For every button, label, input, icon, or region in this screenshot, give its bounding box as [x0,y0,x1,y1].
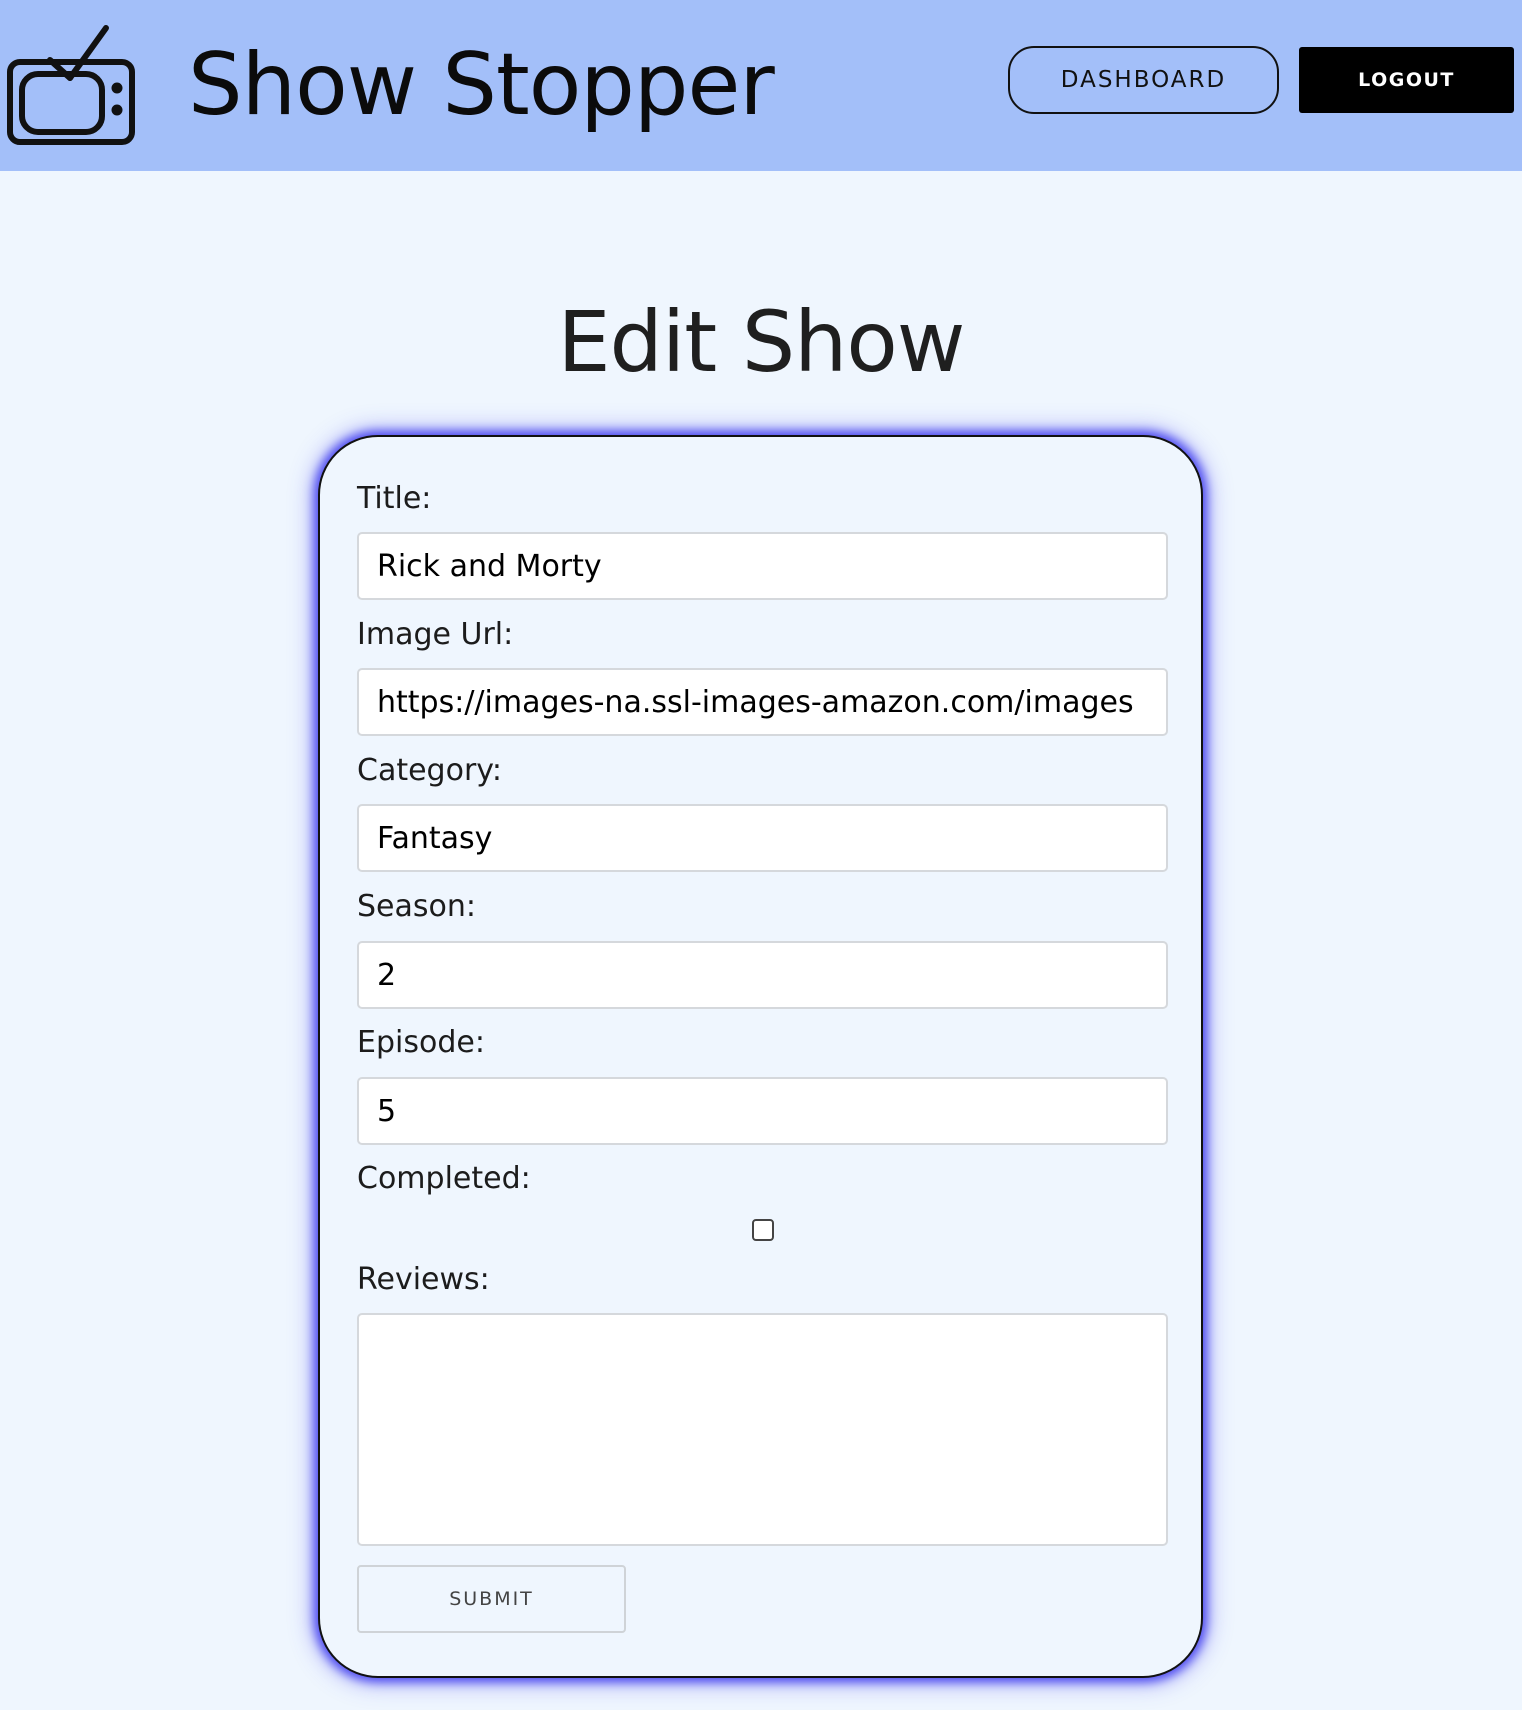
title-label: Title: [357,481,432,516]
season-input[interactable] [357,941,1168,1009]
title-input[interactable] [357,532,1168,600]
reviews-textarea[interactable] [357,1313,1168,1546]
page-title: Edit Show [557,293,965,391]
season-label: Season: [357,889,476,924]
logout-button[interactable]: LOGOUT [1299,47,1514,113]
navbar: Show Stopper DASHBOARD LOGOUT [0,0,1522,171]
brand-title[interactable]: Show Stopper [188,38,775,133]
tv-icon[interactable] [6,22,136,146]
completed-label: Completed: [357,1161,531,1196]
reviews-label: Reviews: [357,1262,490,1297]
category-label: Category: [357,753,502,788]
dashboard-button[interactable]: DASHBOARD [1008,46,1279,114]
episode-label: Episode: [357,1025,485,1060]
episode-input[interactable] [357,1077,1168,1145]
image-url-label: Image Url: [357,617,514,652]
edit-show-form: Title: Image Url: Category: Season: Epis… [318,435,1203,1678]
category-input[interactable] [357,804,1168,872]
submit-button[interactable]: SUBMIT [357,1565,626,1633]
image-url-input[interactable] [357,668,1168,736]
completed-checkbox[interactable] [752,1219,774,1241]
